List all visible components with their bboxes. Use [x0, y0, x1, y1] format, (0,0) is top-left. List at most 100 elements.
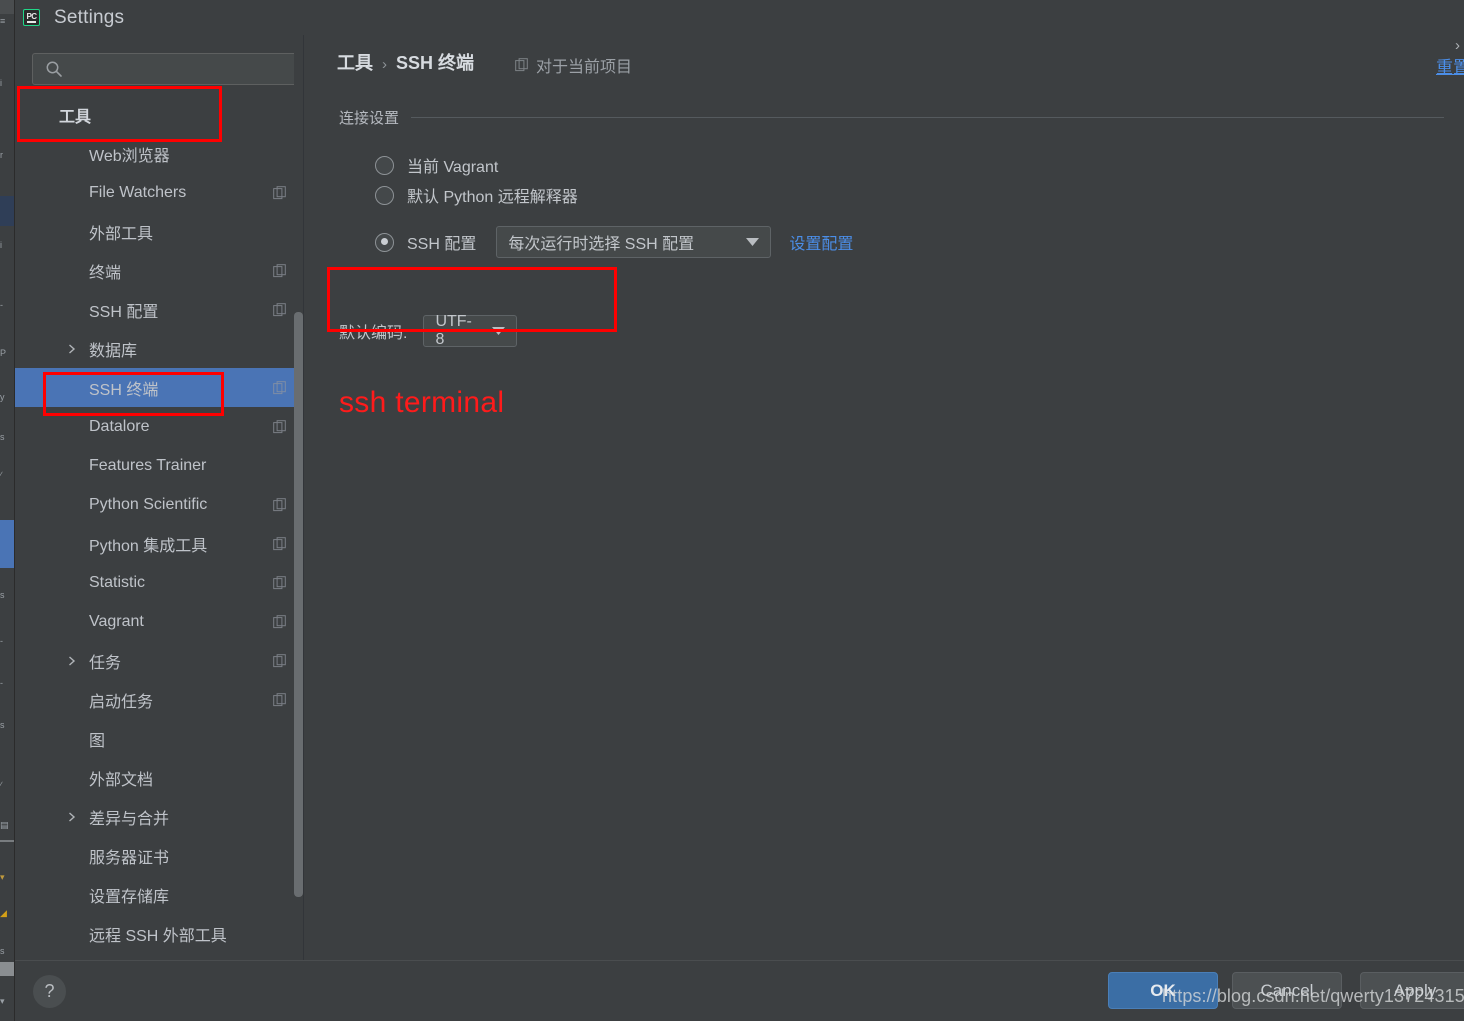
sidebar-item-label: 任务 — [89, 654, 122, 672]
project-scope-label: 对于当前项目 — [536, 59, 633, 76]
sidebar-item-label: Statistic — [89, 573, 146, 591]
sidebar-item-20[interactable]: 设置存储库 — [15, 875, 303, 914]
configure-link[interactable]: 设置配置 — [789, 230, 853, 254]
sidebar-item-6[interactable]: 数据库 — [15, 329, 303, 368]
settings-main-panel: 工具 › SSH 终端 对于当前项目 重置 › 连接设置 当前 Vagrant … — [305, 35, 1464, 960]
copy-icon[interactable] — [273, 536, 287, 551]
project-scope-indicator: 对于当前项目 — [515, 53, 632, 77]
sidebar-item-label: 设置存储库 — [89, 888, 170, 906]
ok-button[interactable]: OK — [1108, 972, 1218, 1009]
radio-vagrant-label: 当前 Vagrant — [407, 159, 499, 176]
apply-button[interactable]: Apply — [1360, 972, 1464, 1009]
sidebar-item-7[interactable]: SSH 终端 — [15, 368, 303, 407]
sidebar-item-label: Python 集成工具 — [89, 537, 208, 555]
chevron-right-icon[interactable] — [67, 811, 77, 822]
sidebar-item-label: Vagrant — [89, 612, 144, 630]
settings-dialog: PC Settings 工具 Web浏览器 File Watchers 外部工具终端 S… — [14, 0, 1464, 1021]
chevron-right-icon: › — [1455, 37, 1460, 54]
sidebar-item-label: Features Trainer — [89, 456, 207, 474]
sidebar-item-label: 远程 SSH 外部工具 — [89, 927, 227, 945]
default-encoding-row: 默认编码: UTF-8 — [339, 313, 518, 348]
radio-ssh-config[interactable] — [375, 232, 394, 252]
sidebar-item-14[interactable]: 任务 — [15, 641, 303, 680]
radio-row-vagrant[interactable]: 当前 Vagrant — [375, 153, 498, 177]
sidebar-item-19[interactable]: 服务器证书 — [15, 836, 303, 875]
sidebar-item-12[interactable]: Statistic — [15, 563, 303, 602]
help-button[interactable]: ? — [33, 975, 66, 1008]
section-divider — [411, 117, 1444, 118]
cancel-button[interactable]: Cancel — [1232, 972, 1342, 1009]
copy-icon[interactable] — [273, 497, 287, 512]
sidebar-item-17[interactable]: 外部文档 — [15, 758, 303, 797]
copy-icon[interactable] — [273, 653, 287, 668]
sidebar-item-label: File Watchers — [89, 183, 187, 201]
sidebar-item-label: 外部文档 — [89, 771, 154, 789]
radio-row-default-python-interpreter[interactable]: 默认 Python 远程解释器 — [375, 183, 578, 207]
radio-default-python-interpreter-label: 默认 Python 远程解释器 — [407, 189, 578, 206]
sidebar-item-10[interactable]: Python Scientific — [15, 485, 303, 524]
sidebar-item-5[interactable]: SSH 配置 — [15, 290, 303, 329]
sidebar-item-3[interactable]: 外部工具 — [15, 212, 303, 251]
sidebar-item-9[interactable]: Features Trainer — [15, 446, 303, 485]
sidebar-item-18[interactable]: 差异与合并 — [15, 797, 303, 836]
sidebar-item-16[interactable]: 图 — [15, 719, 303, 758]
sidebar-item-label: Datalore — [89, 417, 150, 435]
sidebar-item-label: SSH 配置 — [89, 303, 159, 321]
sidebar-scrollbar-track[interactable] — [294, 35, 303, 960]
copy-icon[interactable] — [273, 302, 287, 317]
sidebar-item-0[interactable]: 工具 — [15, 95, 303, 134]
radio-default-python-interpreter[interactable] — [375, 185, 394, 205]
annotation-text-ssh-terminal: ssh terminal — [339, 386, 505, 419]
sidebar-item-label: 外部工具 — [89, 225, 154, 243]
settings-tree: 工具 Web浏览器 File Watchers 外部工具终端 SSH 配置 数据库 SSH … — [15, 95, 303, 960]
connection-settings-section-header: 连接设置 — [339, 107, 1444, 128]
copy-icon[interactable] — [273, 614, 287, 629]
sidebar-scrollbar-thumb[interactable] — [294, 312, 303, 897]
sidebar-item-21[interactable]: 远程 SSH 外部工具 — [15, 914, 303, 953]
breadcrumb-current: SSH 终端 — [396, 53, 475, 73]
sidebar-item-label: SSH 终端 — [89, 381, 159, 399]
copy-icon[interactable] — [273, 419, 287, 434]
sidebar-item-15[interactable]: 启动任务 — [15, 680, 303, 719]
ssh-config-select[interactable]: 每次运行时选择 SSH 配置 — [496, 226, 772, 258]
chevron-down-icon — [476, 322, 506, 340]
settings-sidebar: 工具 Web浏览器 File Watchers 外部工具终端 SSH 配置 数据库 SSH … — [15, 35, 304, 960]
copy-icon[interactable] — [273, 263, 287, 278]
chevron-right-icon[interactable] — [67, 343, 77, 354]
dialog-titlebar: PC Settings — [15, 0, 1464, 35]
sidebar-item-label: 服务器证书 — [89, 849, 170, 867]
sidebar-item-13[interactable]: Vagrant — [15, 602, 303, 641]
sidebar-item-11[interactable]: Python 集成工具 — [15, 524, 303, 563]
copy-icon[interactable] — [273, 692, 287, 707]
dialog-title: Settings — [54, 6, 125, 28]
breadcrumb-parent[interactable]: 工具 — [337, 49, 373, 75]
sidebar-item-1[interactable]: Web浏览器 — [15, 134, 303, 173]
reset-link[interactable]: 重置 — [1436, 53, 1464, 78]
sidebar-item-label: 图 — [89, 732, 106, 750]
sidebar-item-label: 启动任务 — [89, 693, 154, 711]
pycharm-logo-text: PC — [26, 11, 37, 21]
copy-icon[interactable] — [273, 185, 287, 200]
search-box[interactable] — [32, 53, 303, 85]
breadcrumb-separator: › — [382, 56, 387, 73]
section-title: 连接设置 — [339, 110, 400, 127]
sidebar-item-label: Python Scientific — [89, 495, 208, 513]
breadcrumb: 工具 › SSH 终端 — [337, 49, 474, 75]
chevron-right-icon[interactable] — [67, 655, 77, 666]
pycharm-logo-icon: PC — [23, 9, 40, 26]
ssh-config-select-value: 每次运行时选择 SSH 配置 — [508, 236, 695, 253]
search-input[interactable] — [32, 53, 303, 85]
sidebar-item-label: Web浏览器 — [89, 147, 170, 165]
default-encoding-select[interactable]: UTF-8 — [423, 313, 518, 348]
sidebar-item-4[interactable]: 终端 — [15, 251, 303, 290]
sidebar-item-2[interactable]: File Watchers — [15, 173, 303, 212]
radio-vagrant[interactable] — [375, 155, 394, 175]
copy-icon[interactable] — [273, 380, 287, 395]
sidebar-item-label: 差异与合并 — [89, 810, 170, 828]
copy-icon[interactable] — [273, 575, 287, 590]
radio-row-ssh-config[interactable]: SSH 配置 每次运行时选择 SSH 配置 设置配置 — [375, 226, 853, 258]
default-encoding-label: 默认编码: — [339, 325, 408, 342]
chevron-down-icon — [730, 233, 760, 251]
sidebar-item-label: 数据库 — [89, 342, 138, 360]
sidebar-item-8[interactable]: Datalore — [15, 407, 303, 446]
